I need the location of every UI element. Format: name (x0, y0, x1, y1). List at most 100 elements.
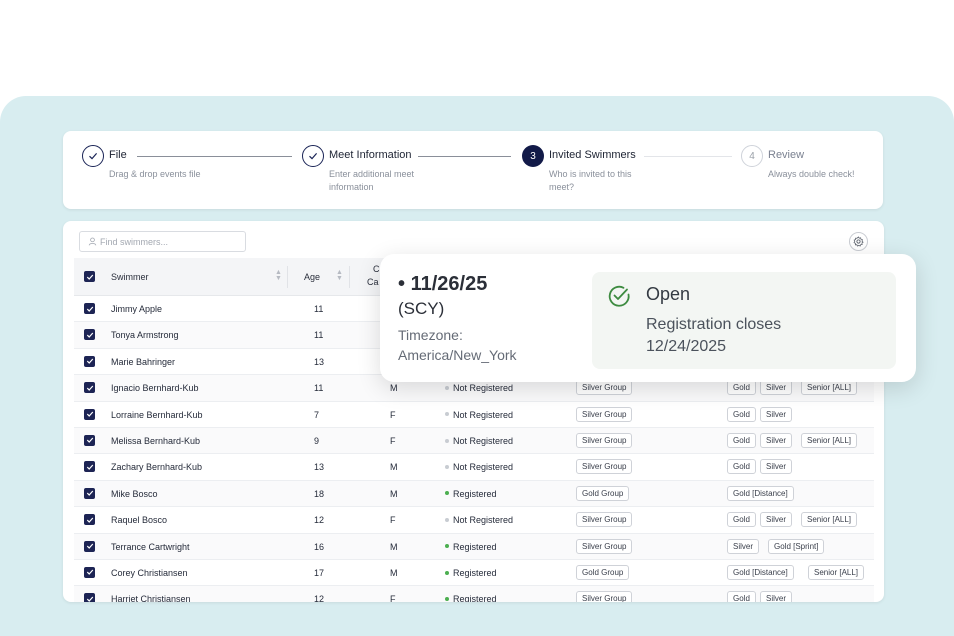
step-number: 4 (741, 145, 763, 167)
event-tag: Gold [Distance] (727, 564, 794, 580)
row-checkbox[interactable] (84, 434, 95, 446)
step-description: Always double check! (768, 169, 855, 179)
row-checkbox[interactable] (84, 540, 95, 552)
meet-info-popup: • 11/26/25 (SCY) Timezone: America/New_Y… (380, 254, 916, 382)
registration-status: Registered (445, 568, 497, 578)
registration-status: Open Registration closes 12/24/2025 (592, 272, 896, 369)
swimmer-age: 17 (314, 567, 325, 578)
swimmer-name: Melissa Bernhard-Kub (111, 435, 201, 446)
sort-icon[interactable]: ▲ ▼ (275, 269, 282, 282)
meet-course: (SCY) (398, 299, 445, 318)
table-row[interactable]: Lorraine Bernhard-Kub 7 F Not Registered Sil… (74, 402, 874, 428)
swimmer-name: Zachary Bernhard-Kub (111, 462, 203, 473)
search-input[interactable] (100, 236, 240, 247)
swimmer-age: 11 (314, 383, 324, 394)
swimmer-age: 13 (314, 356, 325, 367)
event-tag: Silver (727, 538, 760, 554)
row-checkbox[interactable] (84, 382, 95, 394)
registration-closes-label: Registration closes (646, 316, 782, 333)
registration-status: Not Registered (445, 410, 513, 420)
table-row[interactable]: Raquel Bosco 12 F Not Registered Silver Grou… (74, 507, 874, 534)
swimmer-name: Raquel Bosco (111, 515, 168, 526)
status-text: Registered (453, 594, 497, 602)
column-header-course-cont: Ca (367, 277, 379, 287)
column-divider (349, 266, 350, 288)
swimmer-name: Harriet Christiansen (111, 594, 191, 602)
search-box[interactable] (79, 231, 246, 252)
event-tag: Silver (760, 512, 793, 528)
registration-status: Not Registered (445, 383, 513, 393)
swimmer-gender: F (390, 435, 396, 446)
swimmer-age: 13 (314, 462, 325, 473)
timezone-value: America/New_York (398, 347, 517, 363)
event-tag: Senior [ALL] (801, 512, 858, 528)
table-row[interactable]: Harriet Christiansen 12 F Registered Silver … (74, 586, 874, 602)
column-divider (287, 266, 288, 288)
gear-icon[interactable] (849, 232, 868, 251)
table-row[interactable]: Zachary Bernhard-Kub 13 M Not Registered Sil… (74, 454, 874, 481)
swimmer-age: 9 (314, 435, 320, 446)
row-checkbox[interactable] (84, 355, 95, 367)
row-checkbox[interactable] (84, 514, 95, 526)
table-row[interactable]: Terrance Cartwright 16 M Registered Silver G… (74, 533, 874, 560)
step-connector (137, 156, 292, 157)
swimmer-gender: F (390, 594, 396, 602)
step-description: Enter additional meet information (329, 169, 415, 192)
swimmer-age: 7 (314, 409, 320, 420)
swimmer-name: Terrance Cartwright (111, 541, 190, 552)
check-icon (302, 145, 324, 167)
event-tag: Silver (760, 432, 793, 448)
table-row[interactable]: Corey Christiansen 17 M Registered Gold Grou… (74, 560, 874, 587)
step-connector (418, 156, 511, 157)
registration-status: Registered (445, 489, 497, 499)
row-checkbox[interactable] (84, 593, 95, 602)
status-dot (445, 544, 449, 549)
group-tag: Silver Group (576, 380, 633, 396)
status-dot (445, 596, 449, 601)
row-checkbox[interactable] (84, 461, 95, 473)
swimmer-name: Corey Christiansen (111, 567, 188, 578)
table-row[interactable]: Melissa Bernhard-Kub 9 F Not Registered Silv… (74, 427, 874, 455)
sort-icon[interactable]: ▲ ▼ (336, 269, 343, 282)
column-header-age[interactable]: Age (304, 272, 320, 282)
event-tag: Senior [ALL] (801, 380, 858, 396)
step-title: Invited Swimmers (549, 149, 636, 161)
wizard-stepper: File Drag & drop events file Meet Inform… (63, 131, 883, 209)
status-label: Open (646, 284, 691, 304)
status-text: Not Registered (453, 409, 514, 420)
event-tag: Senior [ALL] (801, 432, 858, 448)
row-checkbox[interactable] (84, 487, 95, 499)
event-tag: Gold (727, 406, 756, 422)
group-tag: Silver Group (576, 591, 633, 602)
status-dot (445, 412, 449, 417)
row-checkbox[interactable] (84, 303, 95, 314)
step-title: File (109, 149, 127, 161)
status-dot (445, 491, 449, 496)
column-header-swimmer[interactable]: Swimmer (111, 272, 149, 282)
swimmer-name: Ignacio Bernhard-Kub (111, 383, 199, 394)
column-header-course[interactable]: C (373, 264, 380, 274)
status-dot (445, 385, 449, 390)
table-row[interactable]: Mike Bosco 18 M Registered Gold Group Gold [D… (74, 480, 874, 508)
event-tag: Gold (727, 380, 756, 396)
swimmer-name: Mike Bosco (111, 488, 158, 499)
step-description: Who is invited to this meet? (549, 169, 632, 192)
event-tag: Silver (760, 459, 793, 475)
status-text: Registered (453, 541, 497, 552)
swimmer-name: Marie Bahringer (111, 356, 176, 367)
swimmer-gender: M (390, 541, 398, 552)
row-checkbox[interactable] (84, 566, 95, 578)
check-icon (82, 145, 104, 167)
group-tag: Silver Group (576, 512, 633, 528)
timezone-label: Timezone: (398, 327, 463, 343)
row-checkbox[interactable] (84, 329, 95, 341)
meet-date: • 11/26/25 (398, 273, 488, 295)
select-all-checkbox[interactable] (84, 271, 95, 282)
row-checkbox[interactable] (84, 408, 95, 420)
swimmer-gender: F (390, 515, 396, 526)
event-tag: Gold [Distance] (727, 485, 794, 501)
user-icon (88, 237, 97, 246)
status-dot (445, 570, 449, 575)
swimmer-name: Lorraine Bernhard-Kub (111, 409, 203, 420)
group-tag: Silver Group (576, 538, 633, 554)
